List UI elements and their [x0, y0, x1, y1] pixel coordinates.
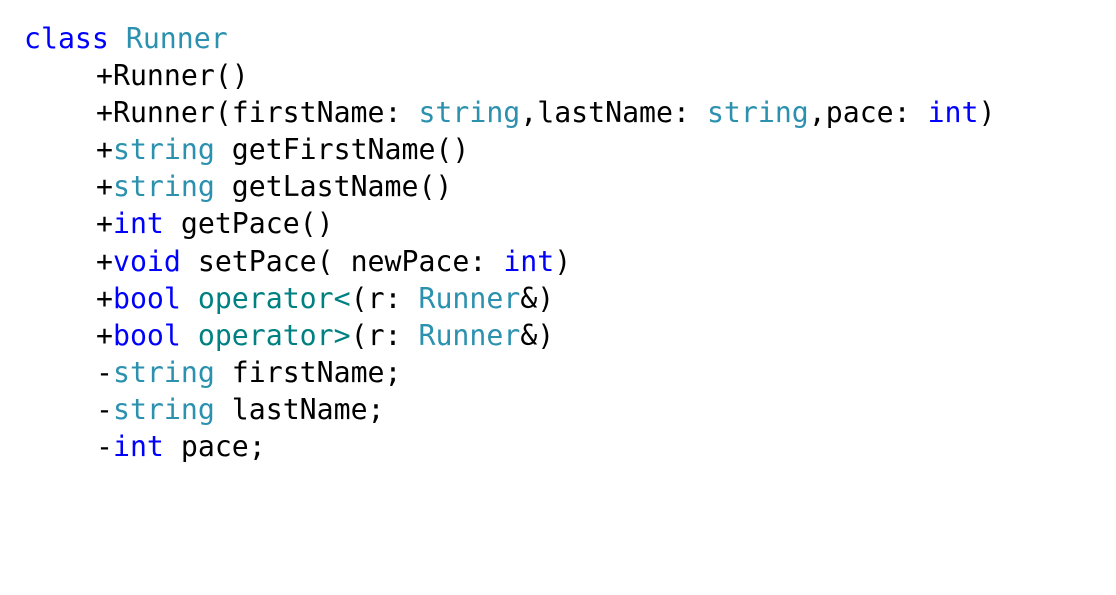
- code-token-plain: firstName;: [214, 355, 402, 389]
- code-token-plain: +Runner(): [96, 59, 249, 93]
- code-token-kw: bool: [112, 318, 181, 352]
- set-pace-line: +void setPace( newPace: int): [24, 243, 995, 280]
- code-token-type: Runner: [418, 318, 521, 352]
- class-definition-code: class Runner +Runner() +Runner(firstName: …: [24, 20, 995, 465]
- code-token-kw: int: [927, 96, 979, 130]
- get-pace-line: +int getPace(): [24, 205, 995, 242]
- code-token-type: string: [112, 170, 215, 204]
- pace-field-line: -int pace;: [24, 428, 995, 465]
- code-token-type: string: [706, 96, 809, 130]
- param-constructor-line: +Runner(firstName: string,lastName: stri…: [24, 94, 995, 131]
- code-token-kw: int: [503, 244, 555, 278]
- code-token-plain: getLastName(): [214, 170, 453, 204]
- code-token-plain: +: [96, 170, 113, 204]
- code-token-plain: +Runner(firstName:: [96, 96, 419, 130]
- code-token-plain: ,pace:: [808, 96, 928, 130]
- code-token-plain: pace;: [163, 430, 266, 464]
- get-first-name-line: +string getFirstName(): [24, 131, 995, 168]
- code-token-kw: class: [24, 22, 109, 55]
- code-token-plain: +: [96, 318, 113, 352]
- code-token-kw: void: [112, 244, 181, 278]
- code-token-plain: ): [978, 96, 996, 130]
- code-token-kw: int: [112, 430, 164, 464]
- code-token-type: string: [112, 133, 215, 167]
- code-token-plain: &): [520, 281, 555, 315]
- class-header-line: class Runner: [24, 20, 995, 57]
- first-name-field-line: -string firstName;: [24, 354, 995, 391]
- code-token-plain: -: [96, 355, 113, 389]
- code-token-plain: +: [96, 133, 113, 167]
- operator-greater-line: +bool operator>(r: Runner&): [24, 317, 995, 354]
- code-token-kw: int: [112, 207, 164, 241]
- code-token-plain: lastName;: [214, 392, 385, 426]
- code-token-plain: &): [520, 318, 555, 352]
- code-token-type: Runner: [418, 281, 521, 315]
- code-token-plain: +: [96, 244, 113, 278]
- code-token-plain: -: [96, 392, 113, 426]
- code-token-type: string: [112, 355, 215, 389]
- code-token-plain: ): [554, 244, 572, 278]
- last-name-field-line: -string lastName;: [24, 391, 995, 428]
- code-token-kw: bool: [112, 281, 181, 315]
- code-token-plain: ,lastName:: [520, 96, 707, 130]
- get-last-name-line: +string getLastName(): [24, 168, 995, 205]
- code-token-plain: setPace( newPace:: [180, 244, 504, 278]
- code-token-plain: getFirstName(): [214, 133, 470, 167]
- code-token-plain: +: [96, 281, 113, 315]
- operator-less-line: +bool operator<(r: Runner&): [24, 280, 995, 317]
- code-token-op: operator<: [197, 281, 351, 315]
- code-token-plain: (r:: [350, 318, 419, 352]
- code-token-type: string: [112, 392, 215, 426]
- code-token-op: operator>: [197, 318, 351, 352]
- code-token-plain: (r:: [350, 281, 419, 315]
- code-token-type: string: [418, 96, 521, 130]
- code-token-plain: getPace(): [163, 207, 334, 241]
- code-token-type: Runner: [125, 22, 228, 55]
- code-token-plain: -: [96, 430, 113, 464]
- code-token-plain: +: [96, 207, 113, 241]
- default-constructor-line: +Runner(): [24, 57, 995, 94]
